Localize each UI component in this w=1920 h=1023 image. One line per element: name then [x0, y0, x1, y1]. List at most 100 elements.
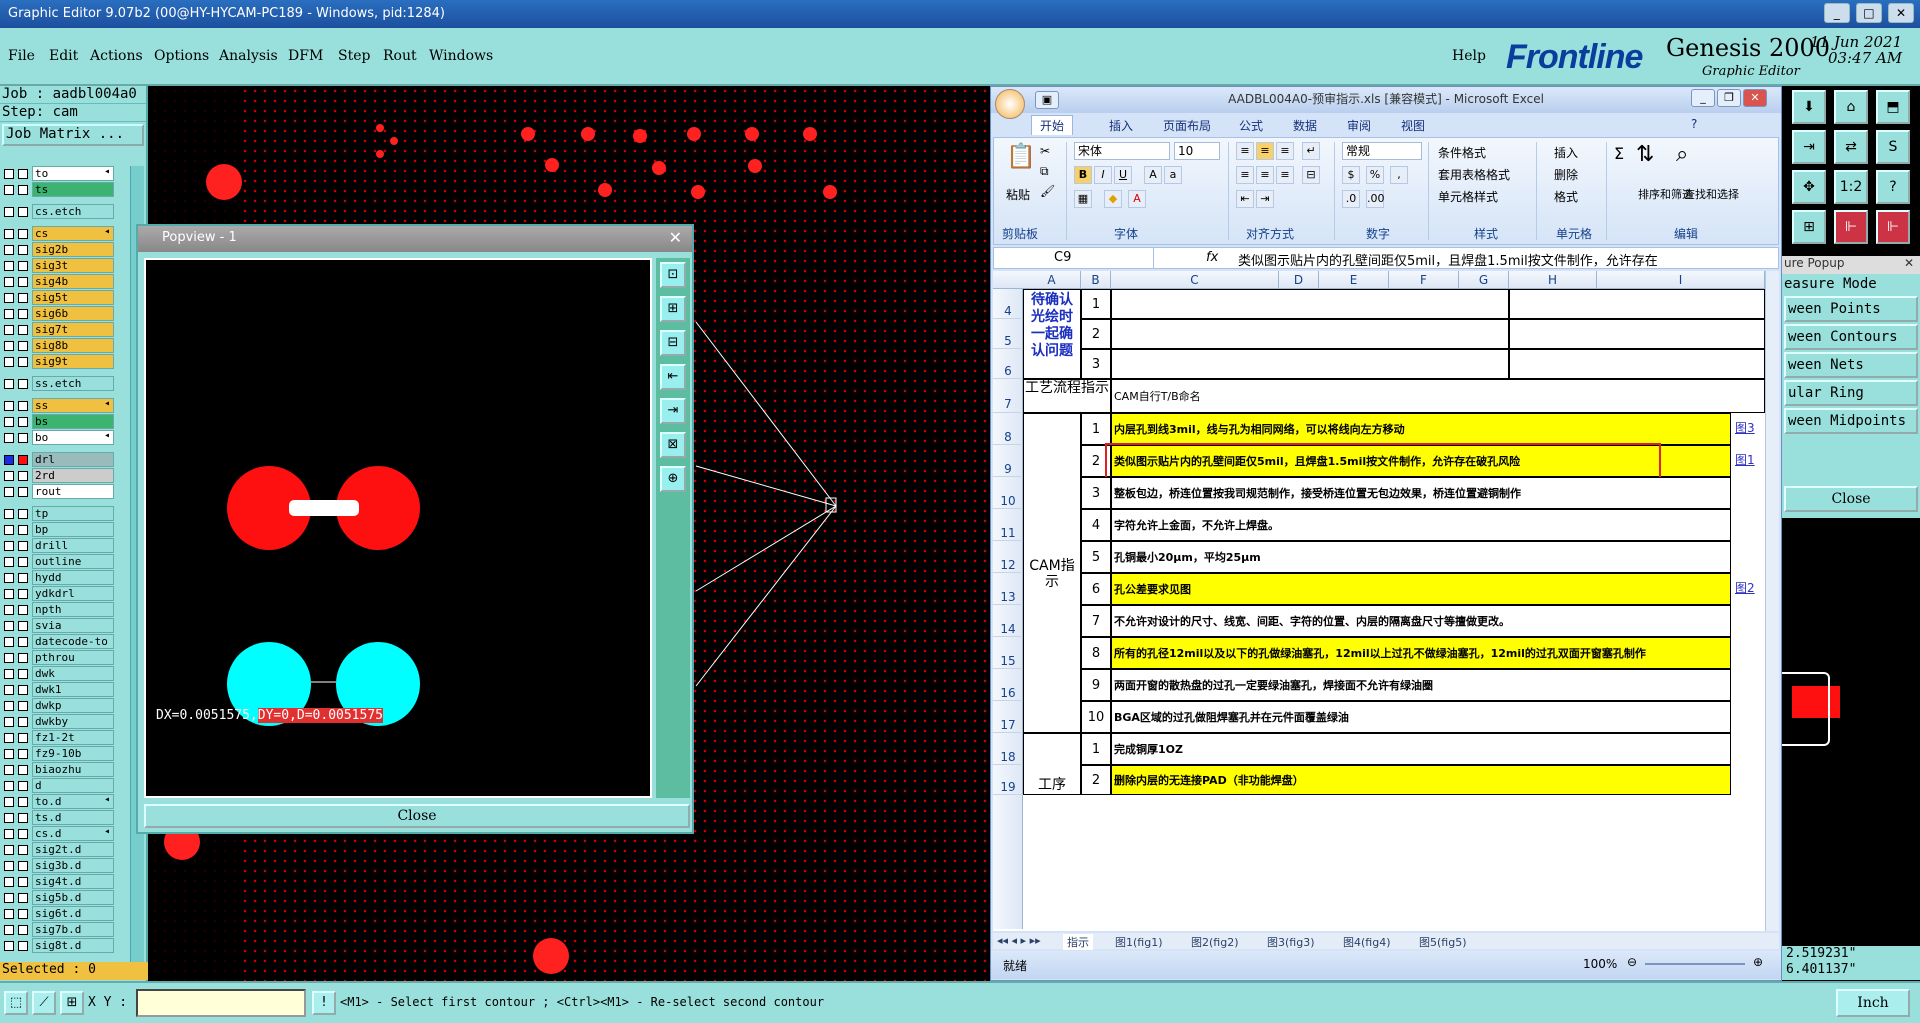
empty-cell[interactable] [1111, 349, 1509, 379]
empty-cell[interactable] [1509, 319, 1765, 349]
row-header[interactable]: 10 [993, 477, 1023, 509]
menu-analysis[interactable]: Analysis [219, 48, 278, 64]
layer-checkbox[interactable] [18, 877, 28, 887]
layer-name[interactable]: outline [32, 554, 114, 569]
layer-name[interactable]: npth [32, 602, 114, 617]
sheet-tab[interactable]: 指示 [1063, 934, 1093, 950]
layer-row[interactable]: sig4b [0, 274, 118, 290]
layer-row[interactable]: sig8t.d [0, 938, 118, 954]
layer-checkbox[interactable] [4, 925, 14, 935]
tool-icon[interactable]: ⬒ [1876, 90, 1910, 124]
layer-checkbox[interactable] [18, 637, 28, 647]
layer-name[interactable]: d [32, 778, 114, 793]
layer-checkbox[interactable] [18, 653, 28, 663]
layer-checkbox[interactable] [18, 893, 28, 903]
layer-checkbox[interactable] [4, 861, 14, 871]
item-number[interactable]: 3 [1081, 477, 1111, 509]
layer-checkbox[interactable] [18, 781, 28, 791]
row-header[interactable]: 19 [993, 765, 1023, 795]
layer-row[interactable]: sig4t.d [0, 874, 118, 890]
instruction-cell[interactable]: 字符允许上金面，不允许上焊盘。 [1111, 509, 1731, 541]
italic-button[interactable]: I [1094, 166, 1112, 184]
layer-checkbox[interactable] [4, 797, 14, 807]
zoom-home-icon[interactable]: ⊕ [660, 466, 686, 492]
layer-row[interactable]: bo ◂ [0, 430, 118, 446]
info-icon[interactable]: ! [312, 991, 336, 1015]
layer-checkbox[interactable] [4, 701, 14, 711]
menu-step[interactable]: Step [338, 48, 370, 64]
tab-home[interactable]: 开始 [1031, 115, 1074, 135]
help-icon[interactable]: ? [1876, 170, 1910, 204]
menu-rout[interactable]: Rout [383, 48, 417, 64]
layer-row[interactable]: cs ◂ [0, 226, 118, 242]
tab-view[interactable]: 视图 [1401, 117, 1425, 134]
layer-row[interactable]: d [0, 778, 118, 794]
layer-row[interactable]: ts.d [0, 810, 118, 826]
layer-name[interactable]: bp [32, 522, 114, 537]
layer-name[interactable]: sig4t.d [32, 874, 114, 889]
percent-button[interactable]: % [1366, 166, 1384, 184]
layer-checkbox[interactable] [4, 685, 14, 695]
layer-checkbox[interactable] [4, 309, 14, 319]
item-number[interactable]: 7 [1081, 605, 1111, 637]
layer-checkbox[interactable] [4, 941, 14, 951]
empty-cell[interactable] [1111, 289, 1509, 319]
find-select-button[interactable]: 查找和选择 [1684, 186, 1739, 202]
layer-arrow-icon[interactable]: ◂ [104, 794, 110, 805]
cam-label[interactable]: CAM指示 [1023, 413, 1081, 733]
layer-name[interactable]: dwk [32, 666, 114, 681]
layer-checkbox[interactable] [4, 487, 14, 497]
layer-name[interactable]: dwkp [32, 698, 114, 713]
layer-checkbox[interactable] [4, 169, 14, 179]
layer-row[interactable]: drl [0, 452, 118, 468]
layer-arrow-icon[interactable]: ◂ [104, 166, 110, 177]
layer-row[interactable]: biaozhu [0, 762, 118, 778]
layer-row[interactable]: outline [0, 554, 118, 570]
layer-row[interactable]: bp [0, 522, 118, 538]
layer-name[interactable]: ts [32, 182, 114, 197]
row-header[interactable]: 6 [993, 349, 1023, 379]
layer-checkbox[interactable] [4, 637, 14, 647]
layer-row[interactable]: pthrou [0, 650, 118, 666]
scale-icon[interactable]: 1:2 [1834, 170, 1868, 204]
layer-row[interactable]: drill [0, 538, 118, 554]
layer-checkbox[interactable] [18, 621, 28, 631]
layer-name[interactable]: to.d [32, 794, 114, 809]
cut-icon[interactable]: ✂ [1040, 144, 1050, 158]
layer-name[interactable]: sig8t.d [32, 938, 114, 953]
layer-checkbox[interactable] [4, 207, 14, 217]
item-number[interactable]: 1 [1081, 413, 1111, 445]
zoom-out-icon[interactable]: ⊖ [1627, 955, 1637, 969]
table-format-button[interactable]: 套用表格格式 [1438, 166, 1510, 183]
indent-decrease-icon[interactable]: ⇤ [1236, 190, 1254, 208]
layer-checkbox[interactable] [4, 877, 14, 887]
layer-checkbox[interactable] [4, 277, 14, 287]
conditional-format-button[interactable]: 条件格式 [1438, 144, 1486, 161]
row-number[interactable]: 2 [1081, 319, 1111, 349]
merge-icon[interactable]: ⊟ [1302, 166, 1320, 184]
paste-icon[interactable]: 📋 [1006, 142, 1036, 170]
layer-checkbox[interactable] [4, 557, 14, 567]
layer-checkbox[interactable] [18, 169, 28, 179]
layer-checkbox[interactable] [18, 749, 28, 759]
instruction-cell[interactable]: 完成铜厚1OZ [1111, 733, 1731, 765]
layer-row[interactable]: ss ◂ [0, 398, 118, 414]
layer-checkbox[interactable] [18, 813, 28, 823]
layer-checkbox[interactable] [18, 605, 28, 615]
layer-row[interactable]: ydkdrl [0, 586, 118, 602]
row-header[interactable]: 15 [993, 637, 1023, 669]
layer-checkbox[interactable] [4, 293, 14, 303]
layer-checkbox[interactable] [4, 455, 14, 465]
layer-checkbox[interactable] [18, 925, 28, 935]
measure-popup-close-icon[interactable]: ✕ [1904, 256, 1914, 270]
layer-checkbox[interactable] [18, 669, 28, 679]
instruction-cell[interactable]: 内层孔到线3mil，线与孔为相同网络，可以将线向左方移动 [1111, 413, 1731, 445]
measure-popup-close-button[interactable]: Close [1784, 486, 1918, 512]
instruction-cell[interactable]: 孔铜最小20μm，平均25μm [1111, 541, 1731, 573]
layer-row[interactable]: ts [0, 182, 118, 198]
item-number[interactable]: 2 [1081, 765, 1111, 795]
row-header[interactable]: 16 [993, 669, 1023, 701]
layer-row[interactable]: sig5b.d [0, 890, 118, 906]
layer-checkbox[interactable] [18, 379, 28, 389]
pending-label[interactable]: 待确认光绘时一起确认问题 [1023, 289, 1081, 379]
